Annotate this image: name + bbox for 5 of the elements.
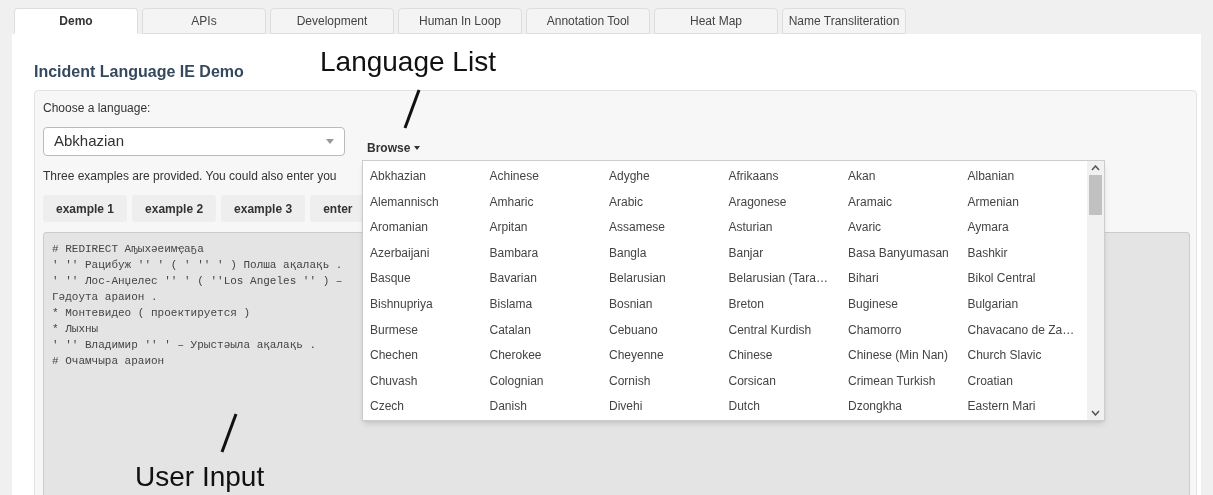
field-label: Choose a language: [43,100,151,117]
page-title: Incident Language IE Demo [34,62,244,82]
annotation-label: Language List [320,45,496,79]
annotation-label: User Input [135,460,265,494]
intro-text: Three examples are provided. You could also enter you [43,168,337,185]
